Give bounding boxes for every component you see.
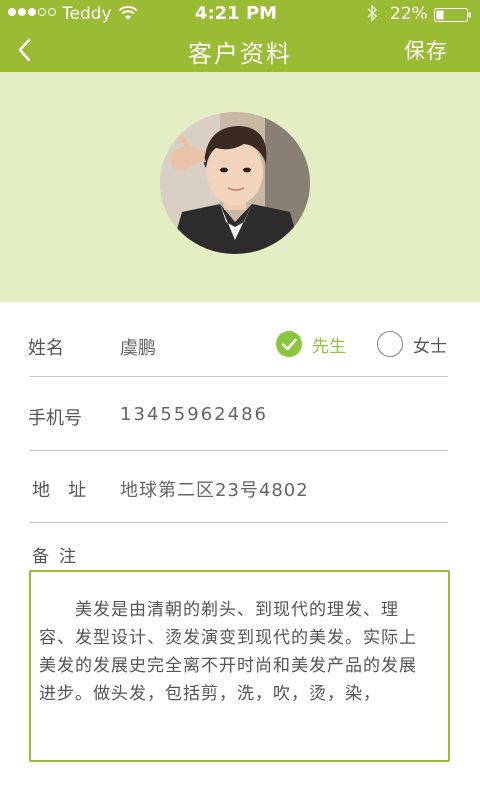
customer-profile-screen: Teddy 4:21 PM 22% 客户资料 保存 姓名 虞鹏 先生 女士 手机…	[0, 0, 480, 800]
notes-textarea[interactable]: 美发是由清朝的剃头、到现代的理发、理容、发型设计、烫发演变到现代的美发。实际上美…	[29, 570, 450, 762]
save-button[interactable]: 保存	[404, 35, 448, 65]
avatar-section	[0, 72, 480, 302]
checkmark-icon	[276, 331, 302, 357]
notes-label: 备注	[32, 547, 86, 567]
gender-male-label: 先生	[312, 336, 346, 357]
avatar[interactable]	[160, 112, 310, 254]
bluetooth-icon	[366, 4, 378, 26]
phone-field[interactable]: 13455962486	[120, 404, 268, 425]
nav-bar: 客户资料 保存	[0, 28, 480, 72]
address-field[interactable]: 地球第二区23号4802	[120, 476, 309, 502]
divider	[30, 376, 448, 377]
address-row: 地 址 地球第二区23号4802	[0, 453, 480, 525]
gender-female-label: 女士	[413, 336, 447, 357]
status-bar: Teddy 4:21 PM 22%	[0, 0, 480, 28]
radio-unchecked-icon	[377, 331, 403, 357]
name-label: 姓名	[28, 338, 64, 359]
back-button[interactable]	[10, 32, 46, 68]
divider	[30, 450, 448, 451]
header: Teddy 4:21 PM 22% 客户资料 保存	[0, 0, 480, 72]
divider	[30, 522, 448, 523]
name-row: 姓名 虞鹏 先生 女士	[0, 310, 480, 382]
gender-male-option[interactable]: 先生	[276, 331, 346, 357]
battery-percentage: 22%	[390, 4, 428, 24]
phone-label: 手机号	[28, 408, 82, 429]
gender-female-option[interactable]: 女士	[377, 331, 447, 357]
battery-icon	[434, 7, 472, 26]
name-field[interactable]: 虞鹏	[120, 334, 156, 360]
phone-row: 手机号 13455962486	[0, 380, 480, 452]
chevron-left-icon	[18, 38, 31, 62]
address-label: 地 址	[32, 480, 86, 501]
